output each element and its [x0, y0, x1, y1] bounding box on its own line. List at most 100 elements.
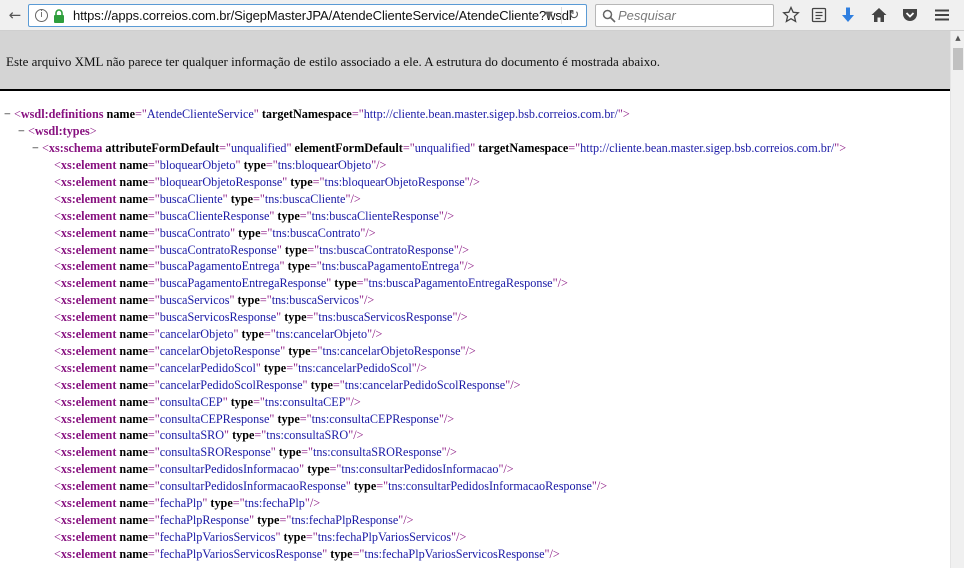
reload-icon[interactable]: ↻ [566, 8, 582, 24]
attr-name: name [119, 343, 148, 358]
url-bar[interactable]: i https://apps.correios.com.br/SigepMast… [28, 4, 587, 27]
tag-name: xs:element [60, 208, 117, 223]
attr-type: type [241, 327, 264, 341]
xml-element-line: <xs:element name="buscaPagamentoEntregaR… [54, 276, 568, 291]
menu-icon[interactable] [933, 6, 951, 24]
attr-name: name [119, 225, 148, 240]
element-type-value: tns:consultarPedidosInformacao [341, 462, 499, 477]
attr-name: name [119, 242, 148, 257]
tag-name: xs:element [60, 259, 117, 274]
element-name-value: fechaPlp [159, 496, 203, 510]
tag-name: xs:element [60, 360, 117, 375]
element-name-value: fechaPlpVariosServicosResponse [159, 546, 323, 561]
url-text[interactable]: https://apps.correios.com.br/SigepMaster… [73, 8, 572, 23]
reading-list-icon[interactable] [810, 6, 828, 24]
attr-type: type [310, 377, 333, 392]
tag-name: xs:element [60, 242, 117, 257]
tag-name: xs:element [60, 512, 117, 527]
search-input[interactable] [618, 6, 768, 25]
attr-name: name [119, 191, 148, 206]
tag-name: xs:element [60, 310, 117, 325]
scroll-thumb[interactable] [953, 48, 963, 70]
xml-element-line: <xs:element name="fechaPlp" type="tns:fe… [54, 496, 321, 510]
element-name-value: cancelarObjetoResponse [159, 343, 281, 358]
xml-element-line: <xs:element name="bloquearObjeto" type="… [54, 158, 387, 172]
xml-element-line: <xs:element name="cancelarPedidoScolResp… [54, 377, 521, 392]
back-icon[interactable]: ← [4, 4, 26, 26]
attr-type: type [287, 259, 310, 274]
xml-element-line: <xs:element name="cancelarObjetoResponse… [54, 343, 476, 358]
bookmark-star-icon[interactable] [782, 6, 800, 24]
attr-name: name [119, 158, 148, 172]
search-bar[interactable] [595, 4, 774, 27]
tag-name: xs:element [60, 546, 117, 561]
scroll-up-icon[interactable]: ▲ [951, 31, 964, 45]
xml-element-line: <xs:element name="buscaContrato" type="t… [54, 225, 376, 240]
attr-type: type [263, 360, 287, 375]
collapse-toggle[interactable]: − [18, 123, 28, 139]
attr-name: name [119, 428, 148, 443]
attr-type: type [232, 428, 255, 443]
element-type-value: tns:buscaPagamentoEntrega [321, 259, 460, 274]
xml-definitions-line: − <wsdl:definitions name="AtendeClienteSe… [4, 106, 630, 122]
attr-type: type [307, 462, 330, 477]
attr-type: type [288, 343, 311, 358]
element-type-value: tns:fechaPlpResponse [291, 512, 399, 527]
url-separator [561, 7, 562, 24]
element-type-value: tns:consultaCEP [264, 394, 346, 409]
xml-element-line: <xs:element name="buscaServicosResponse"… [54, 310, 468, 325]
xml-element-line: <xs:element name="fechaPlpVariosServicos… [54, 529, 467, 544]
attr-name: name [119, 174, 148, 189]
collapse-toggle[interactable]: − [4, 106, 14, 122]
attr-name: name [119, 259, 148, 274]
element-type-value: tns:consultarPedidosInformacaoResponse [388, 479, 592, 494]
tag-name: xs:element [60, 411, 117, 426]
tag-name: xs:element [60, 428, 117, 443]
attr-type: type [353, 479, 377, 494]
attr-name: name [119, 276, 148, 291]
attr-name: name [119, 377, 148, 392]
element-type-value: tns:consultaSRO [266, 428, 349, 443]
attr-name: name [119, 310, 148, 325]
element-type-value: tns:fechaPlpVariosServicos [317, 529, 452, 544]
element-type-value: tns:buscaServicos [271, 293, 360, 308]
attr-type: type [277, 208, 300, 223]
attr-name: name [119, 462, 148, 477]
collapse-toggle[interactable]: − [32, 140, 42, 156]
element-name-value: fechaPlpResponse [159, 512, 250, 527]
element-type-value: tns:fechaPlpVariosServicosResponse [364, 546, 545, 561]
xml-element-line: <xs:element name="buscaServicos" type="t… [54, 293, 375, 308]
attr-type: type [283, 529, 306, 544]
tag-name: xs:element [60, 225, 117, 240]
xml-types-line: − <wsdl:types> [18, 123, 97, 139]
pocket-icon[interactable] [901, 6, 919, 24]
tag-name: xs:element [60, 174, 117, 189]
attr-type: type [230, 191, 254, 206]
attr-type: type [330, 546, 353, 561]
attr-name: name [119, 496, 148, 510]
lock-icon[interactable] [53, 9, 65, 23]
xml-element-line: <xs:element name="consultaSRO" type="tns… [54, 428, 364, 443]
attr-type: type [284, 310, 307, 325]
download-icon[interactable] [839, 6, 857, 24]
xml-tree: − <wsdl:definitions name="AtendeClienteSe… [0, 106, 948, 568]
element-type-value: tns:buscaServicosResponse [318, 310, 453, 325]
search-icon [602, 9, 616, 23]
xml-element-line: <xs:element name="consultaCEPResponse" t… [54, 411, 455, 426]
xml-info-banner: Este arquivo XML não parece ter qualquer… [0, 31, 950, 91]
attr-type: type [257, 512, 280, 527]
vertical-scrollbar[interactable]: ▲ [950, 31, 964, 568]
tag-name: xs:element [60, 158, 117, 172]
dropdown-icon[interactable]: ▼ [541, 8, 557, 24]
tag-name: xs:element [60, 377, 117, 392]
xml-element-line: <xs:element name="consultarPedidosInform… [54, 462, 514, 477]
info-icon[interactable]: i [35, 9, 48, 22]
element-name-value: consultarPedidosInformacao [159, 462, 300, 477]
attr-name: name [119, 360, 148, 375]
tag-name: xs:element [60, 529, 117, 544]
home-icon[interactable] [870, 6, 888, 24]
xml-element-line: <xs:element name="consultaCEP" type="tns… [54, 394, 361, 409]
attr-type: type [290, 174, 313, 189]
element-type-value: tns:cancelarObjetoResponse [322, 343, 461, 358]
attr-name: name [119, 327, 148, 341]
